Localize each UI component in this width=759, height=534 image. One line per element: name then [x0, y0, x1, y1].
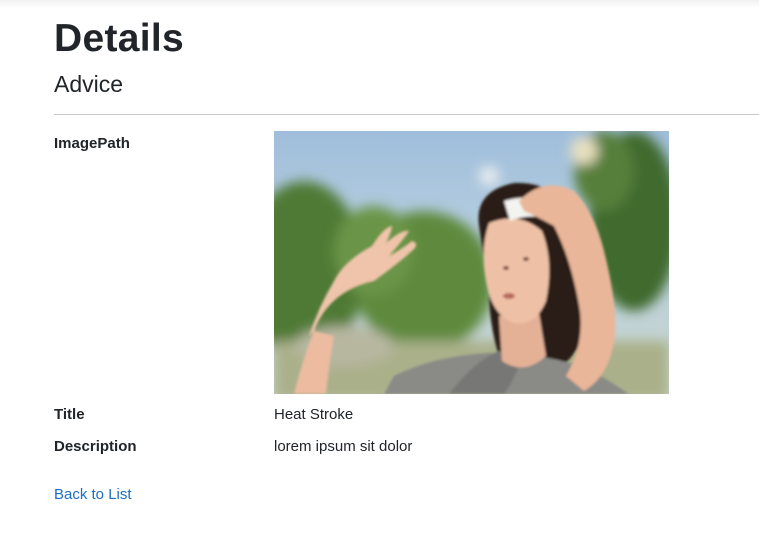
divider: [54, 114, 759, 115]
description-label: Description: [54, 438, 137, 455]
page-title: Details: [54, 17, 184, 60]
image-path-label: ImagePath: [54, 135, 130, 152]
advice-image: [274, 131, 669, 394]
title-value: Heat Stroke: [274, 406, 354, 423]
advice-photo-icon: [274, 131, 669, 394]
back-to-list-link[interactable]: Back to List: [54, 485, 132, 505]
title-label: Title: [54, 406, 85, 423]
top-nav-shadow: [0, 0, 759, 8]
description-value: lorem ipsum sit dolor: [274, 438, 413, 455]
entity-name: Advice: [54, 71, 124, 97]
